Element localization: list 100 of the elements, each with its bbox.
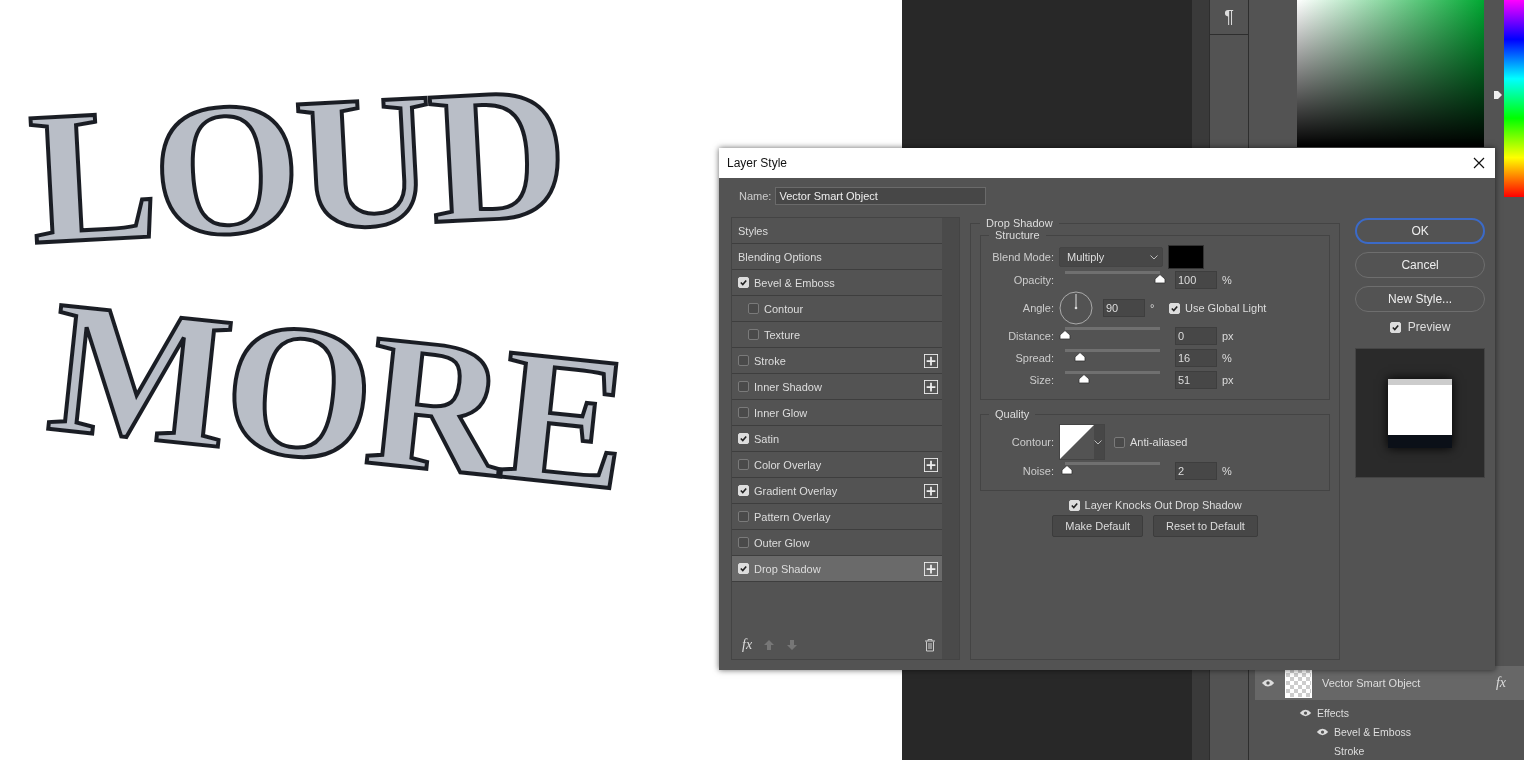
number-field[interactable]: 2 — [1175, 462, 1217, 480]
slider-thumb[interactable] — [1074, 352, 1087, 362]
field-label: Spread: — [1014, 352, 1054, 364]
layer-name: Vector Smart Object — [1322, 677, 1422, 689]
number-field[interactable]: 16 — [1175, 349, 1217, 367]
number-field[interactable]: 100 — [1175, 271, 1217, 289]
checkbox-label: Use Global Light — [1185, 302, 1267, 314]
field-label: Distance: — [1007, 330, 1054, 342]
scrollbar[interactable] — [942, 217, 960, 660]
style-list-item[interactable]: Drop Shadow — [732, 556, 942, 582]
field-label: Contour: — [1010, 436, 1054, 448]
add-effect-button[interactable]: fx — [742, 637, 753, 653]
eye-icon[interactable] — [1261, 678, 1275, 688]
field-label: Size: — [1028, 374, 1054, 386]
checkbox[interactable] — [1114, 436, 1125, 448]
style-list-item[interactable]: Stroke — [732, 348, 942, 374]
style-list-item[interactable]: Bevel & Emboss — [732, 270, 942, 296]
field-label: Name: — [739, 190, 772, 202]
style-label: Drop Shadow — [754, 562, 822, 575]
add-icon[interactable] — [924, 561, 938, 576]
effect-name: Bevel & Emboss — [1334, 725, 1412, 738]
add-icon[interactable] — [924, 379, 938, 394]
style-list-item[interactable]: Satin — [732, 426, 942, 452]
style-label: Satin — [754, 432, 781, 445]
checkbox-label: Layer Knocks Out Drop Shadow — [1084, 499, 1242, 511]
number-field[interactable]: 0 — [1175, 327, 1217, 345]
field-label: Noise: — [1021, 465, 1054, 477]
default-button[interactable]: Make Default — [1052, 515, 1144, 537]
style-label: Inner Glow — [754, 406, 809, 419]
style-list-item[interactable]: Contour — [732, 296, 942, 322]
style-list-item[interactable]: Color Overlay — [732, 452, 942, 478]
default-button[interactable]: Reset to Default — [1153, 515, 1258, 537]
eye-icon[interactable] — [1299, 707, 1312, 718]
style-label: Color Overlay — [754, 458, 823, 471]
window-title: Layer Style — [727, 156, 789, 170]
hue-pointer-icon[interactable] — [1494, 90, 1502, 100]
dialog-button[interactable]: OK — [1355, 218, 1485, 244]
slider-thumb[interactable] — [1078, 374, 1090, 384]
checkbox-label: Preview — [1407, 320, 1451, 334]
checkbox[interactable] — [738, 381, 749, 392]
number-field[interactable]: 51 — [1175, 371, 1217, 389]
fx-label: fx — [1495, 675, 1506, 691]
close-icon[interactable] — [1473, 157, 1485, 169]
add-icon[interactable] — [924, 483, 938, 498]
effect-name: Stroke — [1334, 744, 1365, 757]
effect-name: Effects — [1317, 706, 1349, 719]
group-title: Structure — [994, 229, 1041, 241]
slider-thumb[interactable] — [1059, 330, 1071, 340]
unit-label: px — [1222, 374, 1235, 386]
style-list-item[interactable]: Inner Glow — [732, 400, 942, 426]
unit-label: % — [1222, 465, 1233, 477]
layer-thumbnail — [1285, 668, 1312, 698]
checkbox[interactable] — [738, 537, 749, 548]
checkbox[interactable] — [738, 459, 749, 470]
style-label: Pattern Overlay — [754, 510, 832, 523]
checkbox[interactable] — [748, 329, 759, 340]
dialog-button[interactable]: New Style... — [1355, 286, 1485, 312]
checkbox-label: Anti-aliased — [1130, 436, 1188, 448]
dialog-button[interactable]: Cancel — [1355, 252, 1485, 278]
eye-icon[interactable] — [1316, 726, 1329, 737]
style-list-item[interactable]: Inner Shadow — [732, 374, 942, 400]
chevron-down-icon[interactable] — [1094, 439, 1102, 445]
unit-label: px — [1222, 330, 1235, 342]
hue-spectrum-bar[interactable] — [1504, 0, 1524, 197]
style-label: Gradient Overlay — [754, 484, 839, 497]
style-list-item[interactable]: Pattern Overlay — [732, 504, 942, 530]
checkbox[interactable] — [748, 303, 759, 314]
style-label: Texture — [764, 328, 802, 341]
style-label: Blending Options — [738, 250, 823, 263]
checkbox[interactable] — [738, 407, 749, 418]
style-list-item[interactable]: Gradient Overlay — [732, 478, 942, 504]
contour-picker[interactable] — [1059, 424, 1105, 460]
add-icon[interactable] — [924, 353, 938, 368]
unit-label: ° — [1150, 302, 1156, 314]
slider-thumb[interactable] — [1154, 274, 1166, 284]
field-label: Blend Mode: — [991, 251, 1054, 263]
field-label: Opacity: — [1012, 274, 1054, 286]
color-field[interactable] — [1297, 0, 1484, 147]
unit-label: % — [1222, 274, 1233, 286]
checkbox[interactable] — [738, 511, 749, 522]
style-label: Bevel & Emboss — [754, 276, 836, 289]
section-title: Drop Shadow — [985, 217, 1054, 229]
shadow-color-swatch[interactable] — [1168, 245, 1204, 269]
blend-mode-dropdown[interactable]: Multiply — [1059, 247, 1163, 267]
checkbox[interactable] — [738, 355, 749, 366]
add-icon[interactable] — [924, 457, 938, 472]
style-label: Contour — [764, 302, 805, 315]
chevron-down-icon[interactable] — [1150, 254, 1158, 260]
trash-icon[interactable] — [924, 638, 936, 652]
style-label: Styles — [738, 224, 769, 237]
angle-dial[interactable] — [1059, 291, 1093, 325]
style-label: Stroke — [754, 354, 787, 367]
style-label: Outer Glow — [754, 536, 811, 549]
field-label: Angle: — [1021, 302, 1054, 314]
unit-label: % — [1222, 352, 1233, 364]
style-list-item[interactable]: Texture — [732, 322, 942, 348]
name-field[interactable]: Vector Smart Object — [775, 187, 987, 205]
slider-thumb[interactable] — [1060, 465, 1073, 475]
number-field[interactable]: 90 — [1103, 299, 1145, 317]
group-title: Quality — [994, 408, 1031, 420]
